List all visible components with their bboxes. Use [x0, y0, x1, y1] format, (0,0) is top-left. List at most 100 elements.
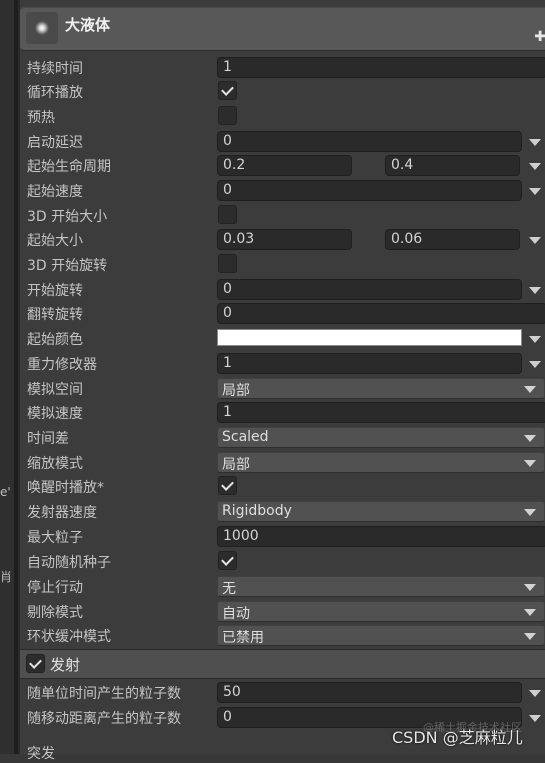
gravity-modifier-input[interactable]: 1 — [217, 353, 522, 374]
row-scaling-mode: 缩放模式 局部 — [0, 451, 545, 475]
rate-over-time-input[interactable]: 50 — [217, 682, 522, 703]
ring-buffer-mode-dropdown[interactable]: 已禁用 — [217, 625, 545, 646]
scaling-mode-value: 局部 — [222, 457, 250, 473]
chevron-down-icon — [524, 584, 536, 591]
row-max-particles: 最大粒子 1000 — [0, 525, 545, 549]
scaling-mode-dropdown[interactable]: 局部 — [217, 452, 545, 473]
row-start-speed: 起始速度 0 — [0, 179, 545, 203]
start-lifetime-min-input[interactable]: 0.2 — [217, 155, 352, 176]
row-simulation-speed: 模拟速度 1 — [0, 401, 545, 425]
simulation-space-dropdown[interactable]: 局部 — [217, 378, 545, 399]
mode-dropdown-icon[interactable] — [529, 336, 541, 343]
start-color-label: 起始颜色 — [27, 332, 83, 348]
emission-module-header[interactable]: 发射 — [20, 649, 545, 679]
start-size-max-input[interactable]: 0.06 — [385, 229, 520, 250]
row-emitter-velocity: 发射器速度 Rigidbody — [0, 500, 545, 524]
start-delay-label: 启动延迟 — [27, 135, 83, 151]
flip-rotation-label: 翻转旋转 — [27, 307, 83, 323]
stop-action-value: 无 — [222, 581, 236, 597]
checkmark-icon — [221, 553, 234, 566]
rate-over-time-label: 随单位时间产生的粒子数 — [27, 686, 181, 702]
emission-title: 发射 — [50, 656, 81, 674]
looping-checkbox[interactable] — [218, 81, 237, 100]
mode-dropdown-icon[interactable] — [529, 715, 541, 722]
mode-dropdown-icon[interactable] — [529, 287, 541, 294]
flip-rotation-input[interactable]: 0 — [217, 303, 545, 324]
chevron-down-icon — [524, 435, 536, 442]
mode-dropdown-icon[interactable] — [529, 237, 541, 244]
ring-buffer-mode-label: 环状缓冲模式 — [27, 629, 111, 645]
emission-enabled-checkbox[interactable] — [26, 654, 45, 673]
delta-time-dropdown[interactable]: Scaled — [217, 427, 545, 448]
simulation-space-label: 模拟空间 — [27, 382, 83, 398]
prewarm-checkbox[interactable] — [218, 106, 237, 125]
row-auto-random-seed: 自动随机种子 — [0, 550, 545, 574]
chevron-down-icon — [524, 460, 536, 467]
row-start-lifetime: 起始生命周期 0.2 0.4 — [0, 154, 545, 178]
3d-start-size-checkbox[interactable] — [218, 205, 237, 224]
duration-input[interactable]: 1 — [217, 57, 545, 78]
row-start-color: 起始颜色 — [0, 327, 545, 351]
component-title: 大液体 — [65, 16, 111, 34]
start-speed-label: 起始速度 — [27, 184, 83, 200]
plus-icon[interactable]: ✚ — [534, 29, 545, 45]
checkmark-icon — [221, 83, 234, 96]
start-speed-input[interactable]: 0 — [217, 180, 522, 201]
culling-mode-value: 自动 — [222, 606, 250, 622]
row-looping: 循环播放 — [0, 80, 545, 104]
delta-time-value: Scaled — [222, 429, 269, 445]
particle-system-icon — [26, 12, 58, 44]
3d-start-rotation-label: 3D 开始旋转 — [27, 258, 108, 274]
row-prewarm: 预热 — [0, 105, 545, 129]
start-color-swatch[interactable] — [217, 329, 522, 346]
row-start-size: 起始大小 0.03 0.06 — [0, 228, 545, 252]
row-simulation-space: 模拟空间 局部 — [0, 377, 545, 401]
row-duration: 持续时间 1 — [0, 56, 545, 80]
auto-random-seed-label: 自动随机种子 — [27, 555, 111, 571]
gravity-modifier-label: 重力修改器 — [27, 357, 97, 373]
start-size-min-input[interactable]: 0.03 — [217, 229, 352, 250]
row-3d-start-size: 3D 开始大小 — [0, 204, 545, 228]
row-delta-time: 时间差 Scaled — [0, 426, 545, 450]
bursts-label: 突发 — [27, 746, 55, 762]
mode-dropdown-icon[interactable] — [529, 361, 541, 368]
ring-buffer-mode-value: 已禁用 — [222, 630, 264, 646]
component-header[interactable]: 大液体 ✚ — [20, 7, 545, 51]
start-lifetime-label: 起始生命周期 — [27, 159, 111, 175]
simulation-speed-input[interactable]: 1 — [217, 402, 545, 423]
checkmark-icon — [221, 478, 234, 491]
stop-action-dropdown[interactable]: 无 — [217, 576, 545, 597]
3d-start-rotation-checkbox[interactable] — [218, 254, 237, 273]
row-ring-buffer-mode: 环状缓冲模式 已禁用 — [0, 624, 545, 648]
culling-mode-dropdown[interactable]: 自动 — [217, 601, 545, 622]
start-lifetime-max-input[interactable]: 0.4 — [385, 155, 520, 176]
looping-label: 循环播放 — [27, 85, 83, 101]
mode-dropdown-icon[interactable] — [529, 188, 541, 195]
prewarm-label: 预热 — [27, 110, 55, 126]
chevron-down-icon — [524, 509, 536, 516]
play-on-awake-checkbox[interactable] — [218, 476, 237, 495]
simulation-space-value: 局部 — [222, 383, 250, 399]
chevron-down-icon — [524, 633, 536, 640]
mode-dropdown-icon[interactable] — [529, 139, 541, 146]
3d-start-size-label: 3D 开始大小 — [27, 209, 108, 225]
start-delay-input[interactable]: 0 — [217, 131, 522, 152]
scaling-mode-label: 缩放模式 — [27, 456, 83, 472]
auto-random-seed-checkbox[interactable] — [218, 551, 237, 570]
row-3d-start-rotation: 3D 开始旋转 — [0, 253, 545, 277]
start-rotation-input[interactable]: 0 — [217, 279, 522, 300]
start-size-label: 起始大小 — [27, 233, 83, 249]
duration-label: 持续时间 — [27, 61, 83, 77]
row-culling-mode: 剔除模式 自动 — [0, 600, 545, 624]
max-particles-input[interactable]: 1000 — [217, 526, 545, 547]
simulation-speed-label: 模拟速度 — [27, 406, 83, 422]
row-gravity-modifier: 重力修改器 1 — [0, 352, 545, 376]
rate-over-distance-label: 随移动距离产生的粒子数 — [27, 711, 181, 727]
start-rotation-label: 开始旋转 — [27, 283, 83, 299]
emitter-velocity-value: Rigidbody — [222, 503, 292, 519]
mode-dropdown-icon[interactable] — [529, 163, 541, 170]
row-play-on-awake: 唤醒时播放* — [0, 475, 545, 499]
mode-dropdown-icon[interactable] — [529, 690, 541, 697]
chevron-down-icon — [524, 386, 536, 393]
emitter-velocity-dropdown[interactable]: Rigidbody — [217, 501, 545, 522]
